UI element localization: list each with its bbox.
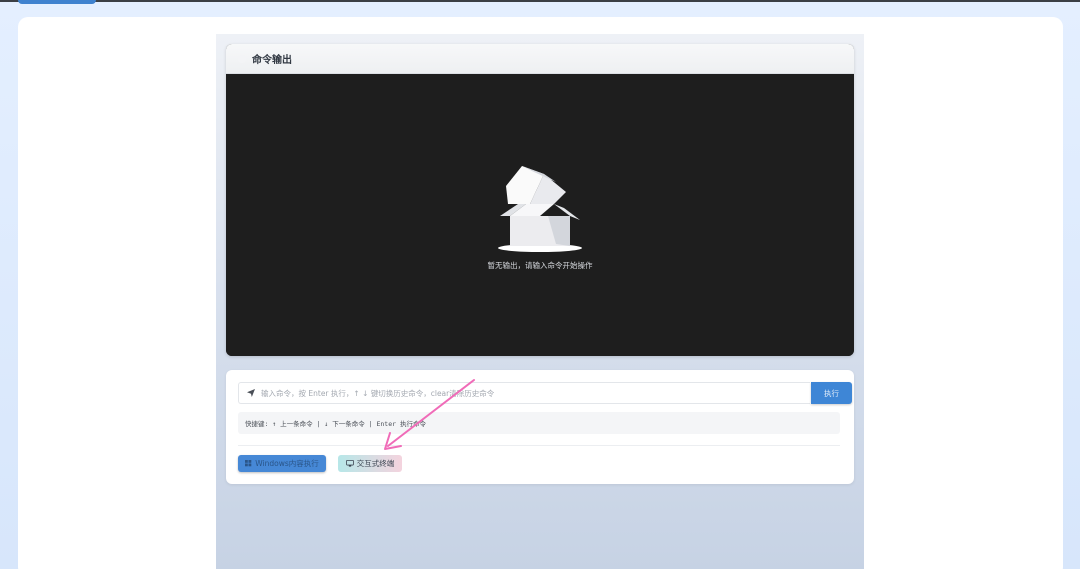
output-title: 命令输出 [252,55,292,66]
command-row: 执行 [238,382,852,404]
send-icon [247,389,255,397]
run-button[interactable]: 执行 [811,382,852,404]
monitor-icon [345,460,354,467]
command-input[interactable] [261,388,801,398]
windows-exec-label: Windows内容执行 [255,459,319,468]
windows-icon [245,460,252,467]
content-column: 命令输出 暂无输出，请输入命令开始操作 输入命令，按 Enter 执行，↑ ↓ … [216,34,864,569]
output-icon [238,54,246,63]
command-input-wrapper[interactable] [238,382,810,404]
divider [238,445,840,446]
output-body: 暂无输出，请输入命令开始操作 [226,74,854,356]
empty-box-icon [498,166,582,252]
empty-output-text: 暂无输出，请输入命令开始操作 [487,261,593,270]
windows-exec-button[interactable]: Windows内容执行 [238,455,326,472]
shortcut-hint: 快捷键: ↑ 上一条命令 | ↓ 下一条命令 | Enter 执行命令 [238,412,840,434]
active-tab-indicator[interactable] [18,0,96,4]
interactive-terminal-button[interactable]: 交互式终端 [338,455,402,472]
window-top-border [0,0,1080,2]
command-output-panel: 命令输出 暂无输出，请输入命令开始操作 [226,44,854,356]
interactive-terminal-label: 交互式终端 [356,459,395,468]
output-header: 命令输出 [226,44,854,74]
command-input-panel: 执行 快捷键: ↑ 上一条命令 | ↓ 下一条命令 | Enter 执行命令 W… [226,370,854,484]
